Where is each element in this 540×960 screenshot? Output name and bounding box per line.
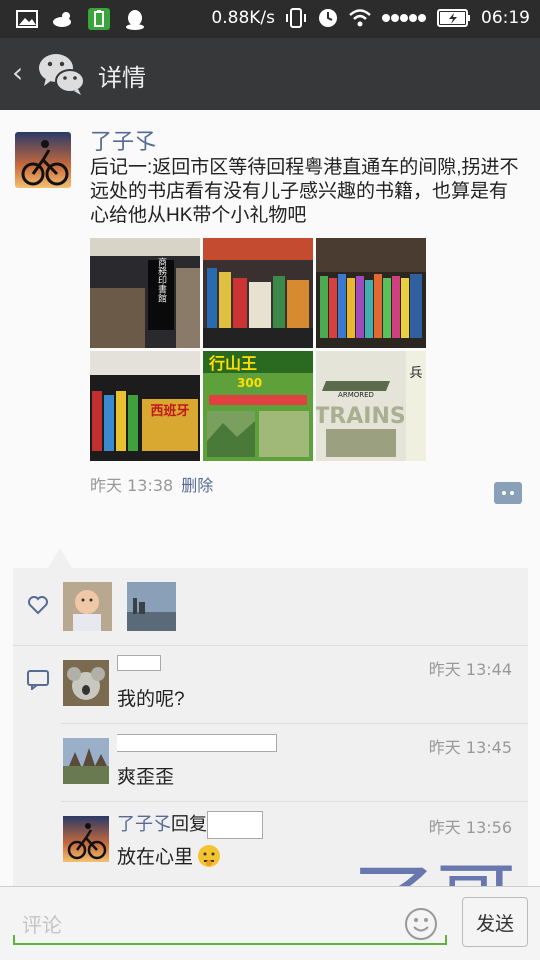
send-button[interactable]: 发送 bbox=[462, 897, 528, 947]
photo-thumbnail[interactable] bbox=[316, 238, 426, 348]
likes-row bbox=[13, 568, 528, 646]
status-bar: 0.88K/s 06:19 bbox=[0, 0, 540, 38]
battery-app-icon bbox=[88, 8, 110, 30]
author-name[interactable]: 了子孓 bbox=[90, 124, 156, 156]
comment-time: 昨天 13:56 bbox=[428, 818, 512, 837]
photo-thumbnail[interactable]: 西班牙 bbox=[90, 351, 200, 461]
comment-item[interactable]: 昨天 13:44 我的呢? bbox=[13, 646, 528, 724]
comment-text-row: 放在心里 bbox=[117, 842, 221, 869]
battery-icon bbox=[437, 9, 470, 27]
weather-icon bbox=[53, 12, 71, 27]
wifi-icon bbox=[349, 9, 371, 27]
commenter-avatar[interactable] bbox=[63, 660, 109, 706]
photo-thumbnail[interactable]: ARMORED TRAINS 兵 bbox=[316, 351, 426, 461]
shop-sign-text: 商務印書館 bbox=[156, 256, 167, 303]
commenter-name[interactable] bbox=[117, 652, 161, 673]
liker-avatar[interactable] bbox=[127, 582, 176, 631]
book-number-text: 300 bbox=[237, 376, 262, 390]
comment-icon bbox=[27, 670, 49, 690]
comment-text: 爽歪歪 bbox=[117, 767, 175, 788]
comment-item[interactable]: 昨天 13:45 爽歪歪 bbox=[13, 724, 528, 802]
photo-thumbnail[interactable]: 行山王 300 bbox=[203, 351, 313, 461]
photo-thumbnail[interactable]: 商務印書館 bbox=[90, 238, 200, 348]
clock: 06:19 bbox=[481, 8, 530, 28]
comment-time: 昨天 13:45 bbox=[428, 738, 512, 757]
commenter-avatar[interactable] bbox=[63, 738, 109, 784]
comment-bar: 发送 bbox=[0, 886, 540, 960]
comment-time: 昨天 13:44 bbox=[428, 660, 512, 679]
post-meta: 昨天 13:38 删除 bbox=[90, 472, 213, 496]
book-title-text: 西班牙 bbox=[150, 403, 189, 419]
svg-text:兵: 兵 bbox=[409, 366, 422, 381]
panel-arrow bbox=[48, 548, 72, 568]
book-subtitle-text: ARMORED bbox=[338, 391, 374, 399]
comment-action-button[interactable] bbox=[494, 482, 522, 504]
comment-text: 我的呢? bbox=[117, 689, 185, 710]
smiley-icon[interactable] bbox=[404, 907, 438, 941]
commenter-name[interactable] bbox=[117, 732, 277, 753]
heart-icon bbox=[28, 596, 48, 615]
book-title-text: TRAINS bbox=[316, 404, 406, 429]
qq-icon bbox=[126, 10, 144, 30]
commenter-name[interactable]: 了子孓回复 bbox=[117, 810, 263, 839]
wechat-logo-icon[interactable] bbox=[38, 51, 86, 97]
comment-text: 放在心里 bbox=[117, 847, 194, 868]
comment-input[interactable] bbox=[22, 909, 392, 943]
commenter-avatar[interactable] bbox=[63, 816, 109, 862]
vibrate-icon bbox=[286, 8, 306, 28]
moment-detail: 了子孓 后记一:返回市区等待回程粤港直通车的间隙,拐进不远处的书店看有没有儿子感… bbox=[0, 110, 540, 886]
book-title-text: 行山王 bbox=[208, 354, 257, 373]
delete-link[interactable]: 删除 bbox=[181, 476, 213, 495]
emoji-icon bbox=[198, 844, 221, 867]
network-speed: 0.88K/s bbox=[211, 8, 275, 28]
liker-avatar[interactable] bbox=[63, 582, 112, 631]
alarm-icon bbox=[319, 9, 337, 27]
signal-icon bbox=[382, 14, 426, 22]
post-time: 昨天 13:38 bbox=[90, 476, 174, 495]
input-underline bbox=[13, 935, 447, 945]
page-title: 详情 bbox=[98, 64, 146, 92]
back-button[interactable]: ‹ bbox=[12, 58, 23, 88]
photo-thumbnail[interactable] bbox=[203, 238, 313, 348]
post-text: 后记一:返回市区等待回程粤港直通车的间隙,拐进不远处的书店看有没有儿子感兴趣的书… bbox=[90, 157, 519, 226]
author-avatar[interactable] bbox=[15, 132, 71, 188]
photo-grid: 商務印書館 西班牙 行山王 300 ARMORED TRAINS 兵 bbox=[90, 238, 426, 461]
nav-bar: ‹ 详情 bbox=[0, 38, 540, 110]
image-icon bbox=[16, 10, 38, 28]
